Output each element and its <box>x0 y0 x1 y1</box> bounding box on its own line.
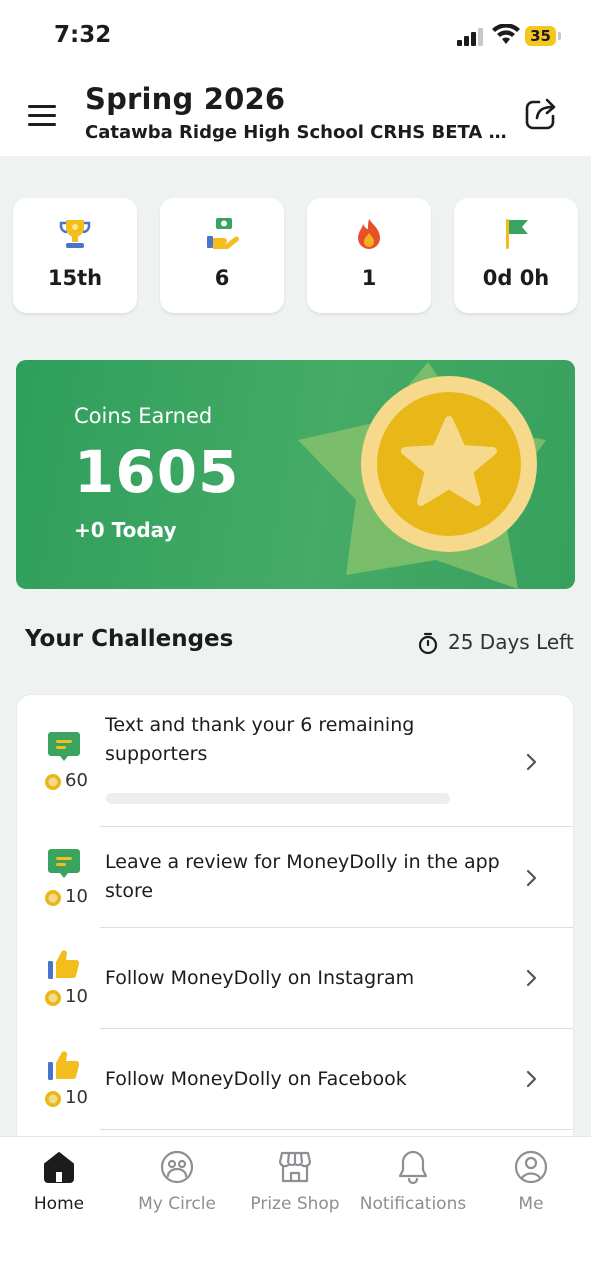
tab-me[interactable]: Me <box>472 1146 590 1226</box>
coin-icon <box>45 774 61 790</box>
coins-earned-label: Coins Earned <box>74 404 213 428</box>
chevron-right-icon <box>526 869 537 887</box>
chat-icon <box>48 849 80 878</box>
challenge-item[interactable]: 60 Text and thank your 6 remaining suppo… <box>17 695 573 827</box>
challenge-points: 10 <box>65 886 88 907</box>
circle-face-icon <box>160 1150 194 1184</box>
bell-icon <box>398 1150 428 1185</box>
streak-value: 1 <box>361 266 377 290</box>
challenge-points: 10 <box>65 986 88 1007</box>
challenge-text: Leave a review for MoneyDolly in the app… <box>105 851 500 902</box>
tab-label: My Circle <box>138 1194 216 1214</box>
time-remaining-card[interactable]: 0d 0h <box>454 198 578 313</box>
shop-icon <box>278 1151 312 1183</box>
thumbs-up-icon <box>48 950 80 979</box>
streak-card[interactable]: 1 <box>307 198 431 313</box>
battery-level: 35 <box>530 27 551 45</box>
tab-prize-shop[interactable]: Prize Shop <box>236 1146 354 1226</box>
challenges-title: Your Challenges <box>25 626 234 652</box>
wifi-icon <box>492 24 520 44</box>
coin-icon <box>45 890 61 906</box>
page-title: Spring 2026 <box>85 82 286 116</box>
tab-label: Prize Shop <box>250 1194 340 1214</box>
challenge-text: Follow MoneyDolly on Facebook <box>105 1068 407 1090</box>
supporters-card[interactable]: 6 <box>160 198 284 313</box>
battery-icon: 35 <box>525 26 561 46</box>
menu-icon[interactable] <box>28 105 58 127</box>
tab-home[interactable]: Home <box>0 1146 118 1226</box>
challenge-item[interactable]: 10 Follow MoneyDolly on Instagram <box>17 928 573 1029</box>
coin-icon <box>45 990 61 1006</box>
challenge-text: Text and thank your 6 remaining supporte… <box>105 714 415 765</box>
stopwatch-icon <box>418 632 438 655</box>
share-icon[interactable] <box>523 96 559 132</box>
chevron-right-icon <box>526 753 537 771</box>
hand-money-icon <box>207 218 239 249</box>
challenge-item[interactable]: 10 Follow MoneyDolly on Facebook <box>17 1029 573 1130</box>
status-time: 7:32 <box>54 22 112 48</box>
tab-label: Notifications <box>359 1194 467 1214</box>
divider <box>100 1129 573 1130</box>
page-subtitle: Catawba Ridge High School CRHS BETA C… <box>85 122 510 143</box>
home-icon <box>44 1152 74 1183</box>
rank-value: 15th <box>47 266 103 290</box>
challenge-list: 60 Text and thank your 6 remaining suppo… <box>17 695 573 1165</box>
cellular-signal-icon <box>457 28 483 46</box>
trophy-icon <box>59 220 91 248</box>
coins-earned-value: 1605 <box>74 438 240 506</box>
thumbs-up-icon <box>48 1051 80 1080</box>
time-remaining-value: 0d 0h <box>482 266 550 290</box>
challenge-text: Follow MoneyDolly on Instagram <box>105 967 415 989</box>
flame-icon <box>358 219 380 249</box>
challenge-points: 60 <box>65 770 88 791</box>
flag-icon <box>506 219 528 249</box>
tab-label: Me <box>518 1194 544 1214</box>
tab-notifications[interactable]: Notifications <box>354 1146 472 1226</box>
chat-icon <box>48 732 80 761</box>
coin-icon <box>45 1091 61 1107</box>
chevron-right-icon <box>526 1070 537 1088</box>
challenge-progress-bar <box>106 793 450 804</box>
tab-my-circle[interactable]: My Circle <box>118 1146 236 1226</box>
days-left: 25 Days Left <box>448 630 574 654</box>
rank-card[interactable]: 15th <box>13 198 137 313</box>
chevron-right-icon <box>526 969 537 987</box>
tab-label: Home <box>33 1194 85 1214</box>
profile-icon <box>514 1150 548 1184</box>
challenge-points: 10 <box>65 1087 88 1108</box>
coins-today: +0 Today <box>74 518 177 542</box>
challenge-item[interactable]: 10 Leave a review for MoneyDolly in the … <box>17 827 573 928</box>
supporters-value: 6 <box>214 266 230 290</box>
